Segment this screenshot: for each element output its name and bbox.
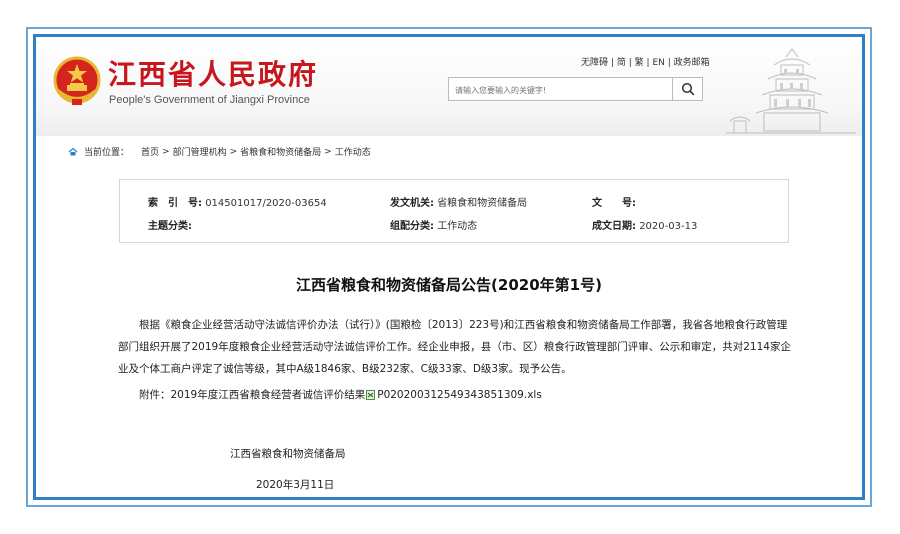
document-title: 江西省粮食和物资储备局公告(2020年第1号) (296, 276, 602, 294)
breadcrumb-item-work-news[interactable]: 工作动态 (335, 145, 371, 158)
info-date: 成文日期: 2020-03-13 (592, 217, 697, 232)
home-icon (68, 147, 78, 156)
link-gov-mail[interactable]: 政务邮箱 (674, 58, 710, 68)
search-box (448, 77, 673, 102)
top-link-divider: | (646, 58, 650, 68)
info-topic: 主题分类: (148, 217, 192, 232)
breadcrumb-item-home[interactable]: 首页 (141, 145, 159, 158)
info-index-no: 索 引 号: 014501017/2020-03654 (148, 194, 327, 209)
link-simplified[interactable]: 简 (617, 58, 626, 68)
breadcrumb-item-departments[interactable]: 部门管理机构 (173, 145, 227, 158)
top-link-divider: | (610, 58, 614, 68)
attachment-line: 附件：2019年度江西省粮食经营者诚信评价结果 P020200312549343… (139, 387, 542, 402)
top-links: 无障碍 | 简 | 繁 | EN | 政务邮箱 (581, 55, 710, 68)
info-key: 成文日期: (592, 221, 636, 232)
info-value: 省粮食和物资储备局 (437, 198, 528, 209)
breadcrumb-label: 当前位置： (84, 148, 130, 158)
site-title[interactable]: 江西省人民政府 (108, 53, 318, 93)
top-link-divider: | (667, 58, 671, 68)
info-key: 文 号: (592, 198, 636, 209)
attachment-label: 附件：2019年度江西省粮食经营者诚信评价结果 (139, 389, 366, 401)
national-emblem-icon (53, 56, 101, 105)
breadcrumb-separator: > (162, 146, 170, 157)
breadcrumb-separator: > (324, 146, 332, 157)
info-doc-no: 文 号: (592, 194, 636, 209)
info-key: 发文机关: (390, 198, 434, 209)
info-value: 2020-03-13 (639, 221, 698, 232)
document-info-box: 索 引 号: 014501017/2020-03654 发文机关: 省粮食和物资… (119, 179, 789, 243)
breadcrumb: 当前位置： 首页 > 部门管理机构 > 省粮食和物资储备局 > 工作动态 (68, 145, 371, 158)
document-body: 根据《粮食企业经营活动守法诚信评价办法（试行）》(国粮检〔2013〕223号)和… (118, 319, 791, 375)
info-category: 组配分类: 工作动态 (390, 217, 477, 232)
document-date: 2020年3月11日 (256, 479, 335, 491)
link-english[interactable]: EN (652, 58, 664, 68)
breadcrumb-separator: > (229, 146, 238, 157)
top-link-divider: | (628, 58, 632, 68)
link-traditional[interactable]: 繁 (635, 58, 644, 68)
site-header: 江西省人民政府 People's Government of Jiangxi P… (36, 37, 862, 136)
search-input[interactable] (449, 79, 671, 102)
attachment-file-link[interactable]: P020200312549343851309.xls (377, 389, 542, 401)
pagoda-illustration (726, 48, 856, 134)
page-frame: 江西省人民政府 People's Government of Jiangxi P… (33, 34, 865, 500)
site-subtitle: People's Government of Jiangxi Province (109, 94, 310, 106)
info-key: 主题分类: (148, 221, 192, 232)
link-accessibility[interactable]: 无障碍 (581, 58, 608, 68)
info-value: 工作动态 (437, 221, 478, 232)
info-key: 索 引 号: (148, 198, 202, 209)
info-value: 014501017/2020-03654 (205, 198, 327, 209)
info-key: 组配分类: (390, 221, 434, 232)
search-button[interactable] (673, 77, 703, 101)
document-signer: 江西省粮食和物资储备局 (230, 448, 346, 460)
xls-file-icon (366, 389, 376, 400)
breadcrumb-item-grain-bureau[interactable]: 省粮食和物资储备局 (240, 145, 321, 158)
search-icon (681, 82, 694, 96)
info-issuer: 发文机关: 省粮食和物资储备局 (390, 194, 527, 209)
